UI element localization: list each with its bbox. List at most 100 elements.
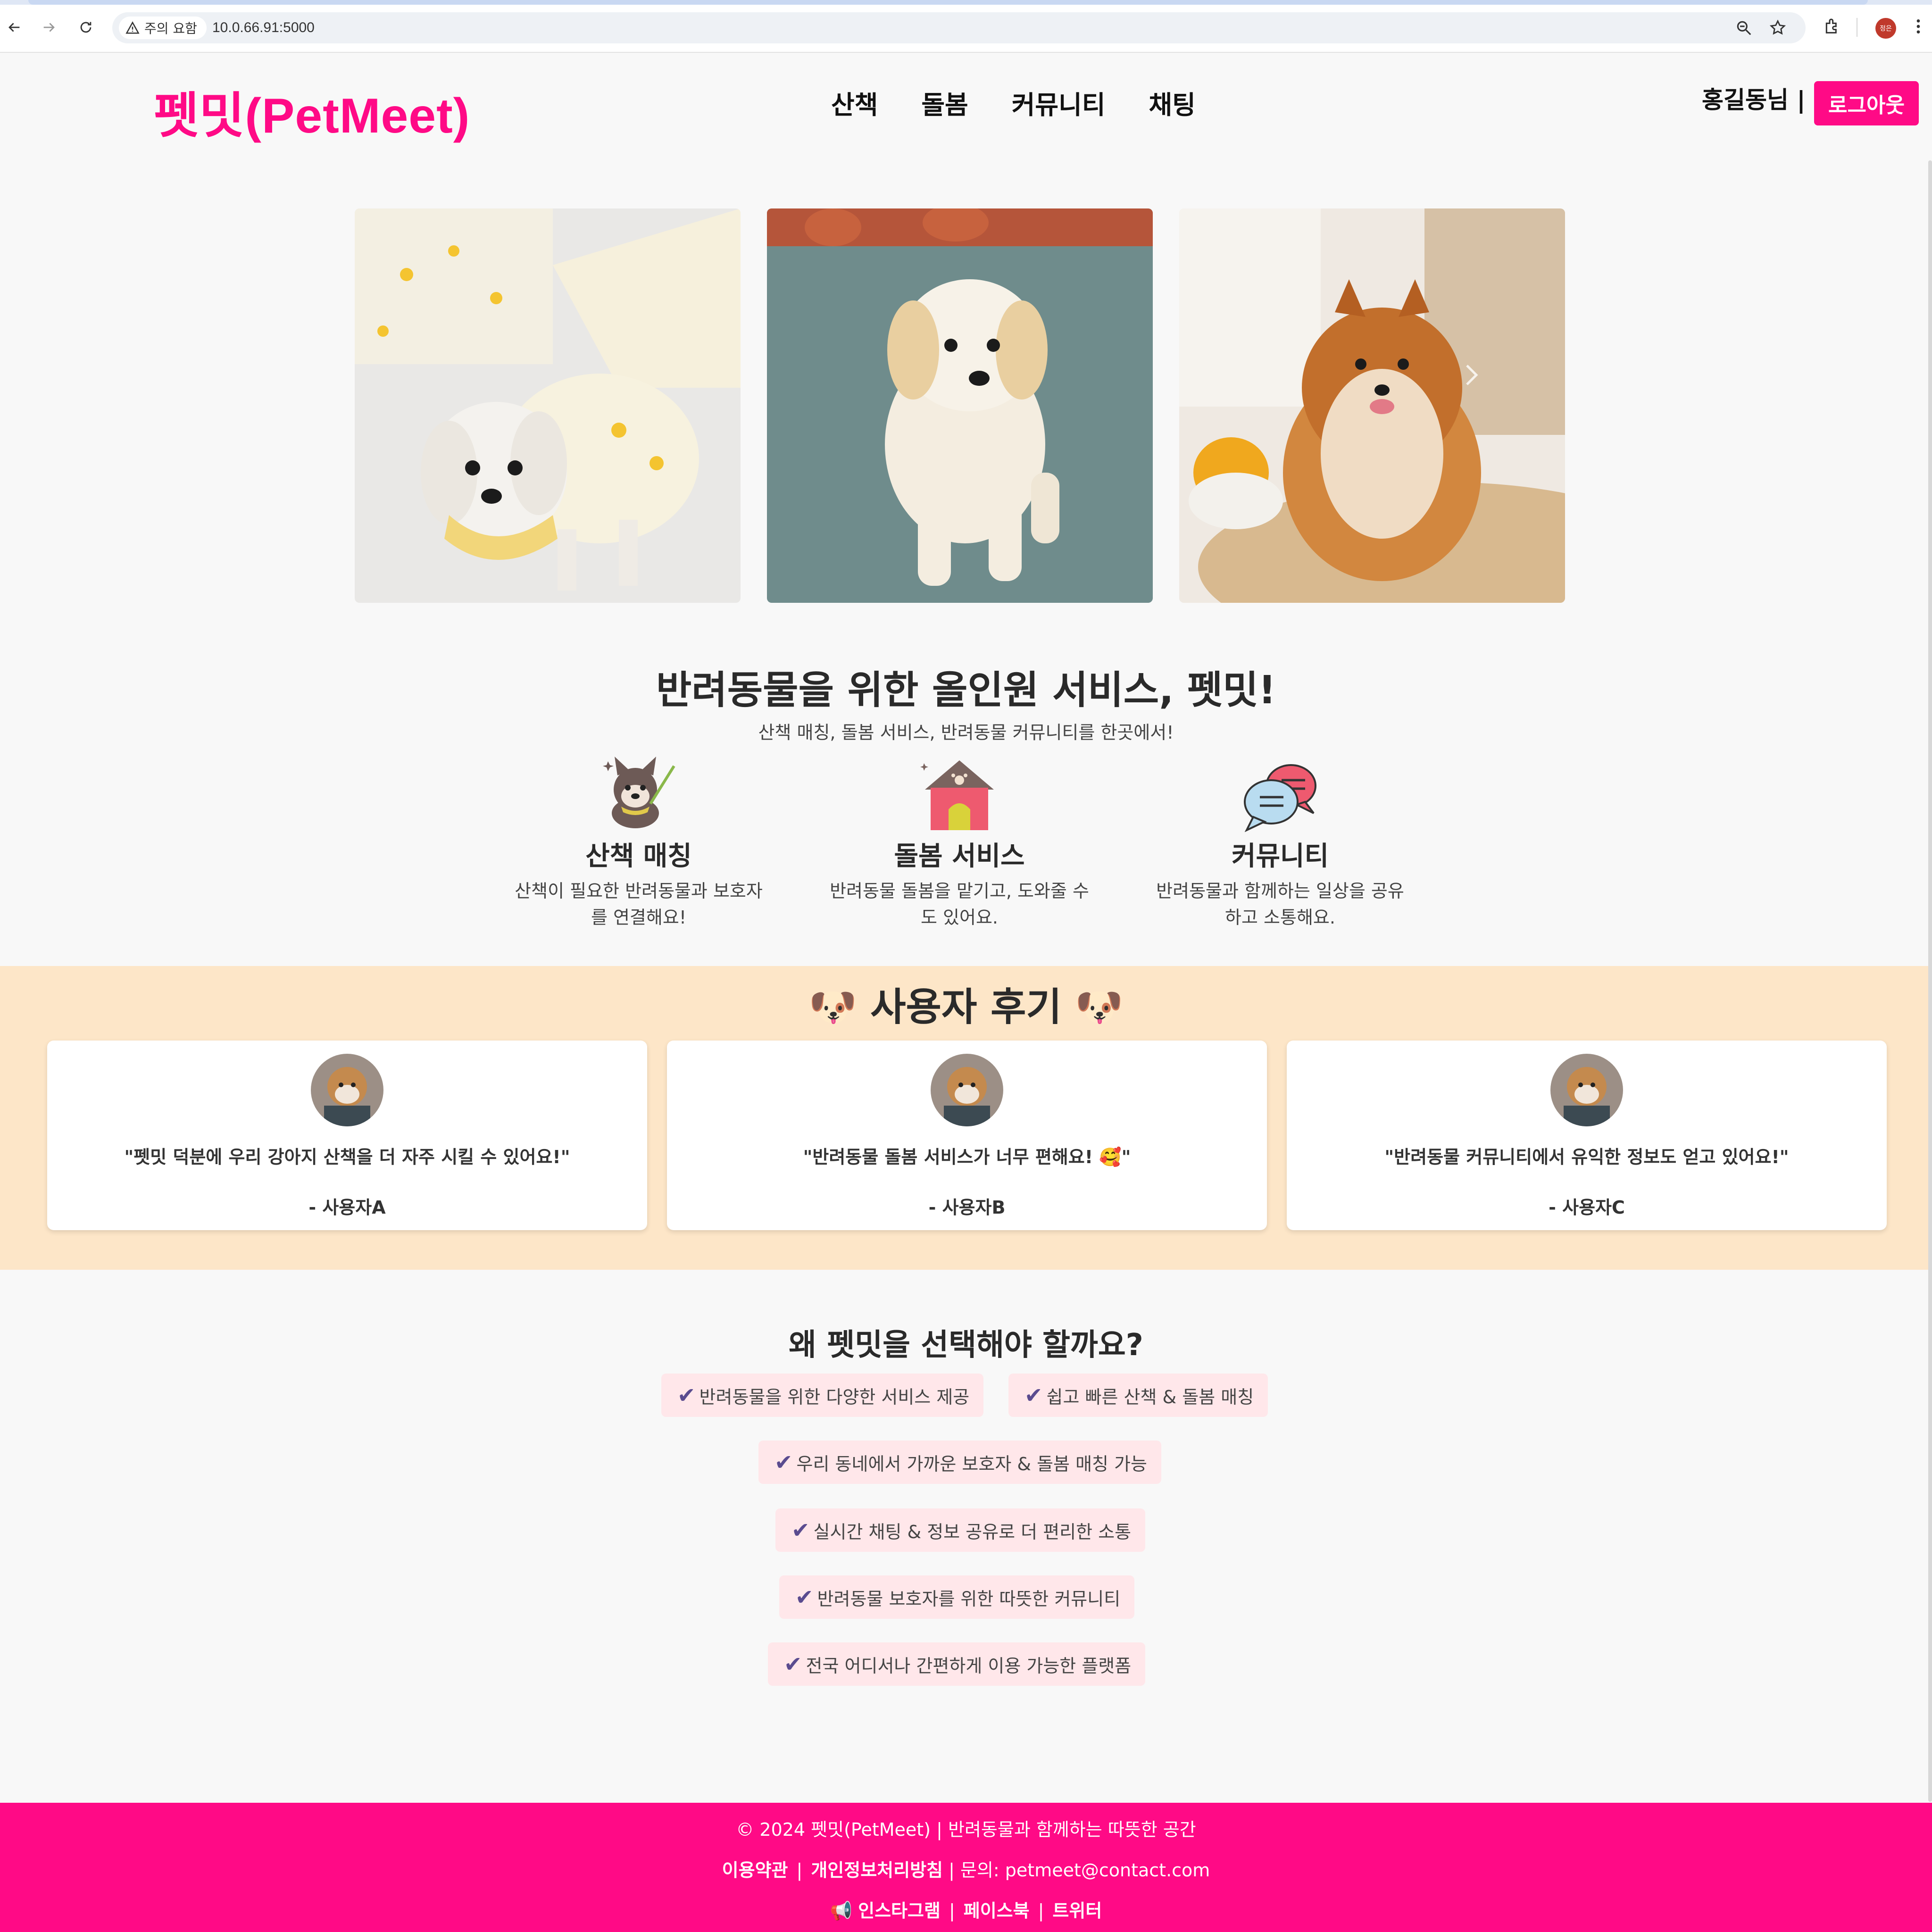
- feature-community-desc-line2: 하고 소통해요.: [1225, 907, 1335, 928]
- footer-separator: |: [796, 1860, 803, 1881]
- twitter-link[interactable]: 트위터: [1052, 1900, 1102, 1921]
- chat-bubbles-icon: [1244, 764, 1316, 832]
- reviewer-avatar: [931, 1054, 1003, 1126]
- feature-community-name: 커뮤니티: [1231, 841, 1329, 872]
- review-author: - 사용자A: [308, 1197, 386, 1218]
- checkmark-icon: ✔: [784, 1651, 802, 1677]
- back-button[interactable]: [3, 16, 25, 39]
- main-nav: 산책 돌봄 커뮤니티 채팅: [831, 84, 1196, 121]
- why-item-text: 전국 어디서나 간편하게 이용 가능한 플랫폼: [806, 1655, 1132, 1676]
- checkmark-icon: ✔: [677, 1382, 696, 1408]
- why-item-text: 반려동물을 위한 다양한 서비스 제공: [699, 1386, 970, 1407]
- menu-dots-icon[interactable]: [1911, 17, 1925, 36]
- terms-link[interactable]: 이용약관: [722, 1860, 788, 1881]
- feature-community[interactable]: 커뮤니티 반려동물과 함께하는 일상을 공유 하고 소통해요.: [1139, 757, 1422, 931]
- why-item: ✔ 우리 동네에서 가까운 보호자 & 돌봄 매칭 가능: [758, 1441, 1162, 1484]
- security-chip[interactable]: 주의 요함: [119, 17, 207, 39]
- footer-separator: |: [1038, 1900, 1044, 1921]
- why-item-text: 우리 동네에서 가까운 보호자 & 돌봄 매칭 가능: [796, 1453, 1148, 1474]
- review-text: "반려동물 돌봄 서비스가 너무 편해요! 🥰": [803, 1147, 1131, 1167]
- feature-community-desc: 반려동물과 함께하는 일상을 공유 하고 소통해요.: [1139, 878, 1422, 931]
- checkmark-icon: ✔: [791, 1517, 810, 1543]
- why-item: ✔ 전국 어디서나 간편하게 이용 가능한 플랫폼: [768, 1642, 1146, 1686]
- extensions-icon[interactable]: [1823, 17, 1841, 36]
- nav-walk[interactable]: 산책: [831, 84, 878, 121]
- address-bar[interactable]: 주의 요함 10.0.66.91:5000: [112, 12, 1806, 43]
- checkmark-icon: ✔: [795, 1584, 814, 1610]
- feature-walk-desc-line2: 를 연결해요!: [591, 907, 687, 928]
- site-header: 펫밋(PetMeet) 산책 돌봄 커뮤니티 채팅 홍길동님 | 로그아웃: [0, 53, 1932, 152]
- footer-copyright: © 2024 펫밋(PetMeet) | 반려동물과 함께하는 따뜻한 공간: [736, 1819, 1196, 1840]
- footer-separator: |: [949, 1900, 955, 1921]
- security-label: 주의 요함: [144, 21, 197, 36]
- feature-community-desc-line1: 반려동물과 함께하는 일상을 공유: [1156, 881, 1404, 901]
- forward-button[interactable]: [38, 16, 60, 39]
- megaphone-icon: 📢: [830, 1900, 853, 1921]
- footer-links: 이용약관 | 개인정보처리방침 | 문의: petmeet@contact.com: [0, 1856, 1932, 1882]
- reviewer-avatar: [1550, 1054, 1623, 1126]
- feature-care-desc-line1: 반려동물 돌봄을 맡기고, 도와줄 수: [830, 881, 1089, 901]
- reviews-section: 🐶 사용자 후기 🐶 "펫밋 덕분에 우리 강아지 산책을 더 자주 시킬 수 …: [0, 966, 1932, 1270]
- why-item-text: 실시간 채팅 & 정보 공유로 더 편리한 소통: [813, 1521, 1132, 1542]
- intro-title: 반려동물을 위한 올인원 서비스, 펫밋!: [656, 668, 1276, 713]
- review-card: "반려동물 돌봄 서비스가 너무 편해요! 🥰" - 사용자B: [667, 1041, 1267, 1230]
- page-scrollbar[interactable]: [1928, 160, 1932, 1802]
- nav-chat[interactable]: 채팅: [1149, 84, 1195, 121]
- carousel-next-chevron-icon[interactable]: [1462, 363, 1481, 387]
- feature-walk-name: 산책 매칭: [585, 841, 692, 872]
- warning-icon: [125, 21, 140, 34]
- feature-care-name: 돌봄 서비스: [894, 841, 1025, 872]
- instagram-link[interactable]: 인스타그램: [858, 1900, 941, 1921]
- footer-contact: | 문의: petmeet@contact.com: [949, 1860, 1210, 1881]
- site-logo[interactable]: 펫밋(PetMeet): [154, 75, 470, 147]
- zoom-icon[interactable]: [1735, 19, 1753, 37]
- user-greeting: 홍길동님 |: [1702, 86, 1806, 114]
- feature-care-desc-line2: 도 있어요.: [921, 907, 998, 928]
- checkmark-icon: ✔: [774, 1449, 793, 1475]
- feature-walk-matching[interactable]: 산책 매칭 산책이 필요한 반려동물과 보호자 를 연결해요!: [497, 757, 780, 931]
- feature-walk-desc: 산책이 필요한 반려동물과 보호자 를 연결해요!: [497, 878, 780, 931]
- feature-care-desc: 반려동물 돌봄을 맡기고, 도와줄 수 도 있어요.: [818, 878, 1101, 931]
- review-card: "반려동물 커뮤니티에서 유익한 정보도 얻고 있어요!" - 사용자C: [1287, 1041, 1887, 1230]
- facebook-link[interactable]: 페이스북: [964, 1900, 1030, 1921]
- review-author: - 사용자B: [928, 1197, 1006, 1218]
- browser-toolbar: 주의 요함 10.0.66.91:5000 정은: [0, 0, 1932, 53]
- review-author: - 사용자C: [1549, 1197, 1625, 1218]
- hero-photo-pomeranian: [1179, 208, 1565, 603]
- bookmark-star-icon[interactable]: [1769, 19, 1787, 37]
- reload-icon: [80, 22, 92, 33]
- why-item-text: 반려동물 보호자를 위한 따뜻한 커뮤니티: [817, 1588, 1121, 1609]
- checkmark-icon: ✔: [1024, 1382, 1043, 1408]
- active-tab-indicator: [28, 0, 1868, 5]
- profile-avatar[interactable]: 정은: [1875, 18, 1896, 39]
- intro-subtitle: 산책 매칭, 돌봄 서비스, 반려동물 커뮤니티를 한곳에서!: [758, 722, 1174, 743]
- url-text[interactable]: 10.0.66.91:5000: [212, 20, 315, 36]
- feature-walk-desc-line1: 산책이 필요한 반려동물과 보호자: [515, 881, 763, 901]
- why-item: ✔ 반려동물 보호자를 위한 따뜻한 커뮤니티: [779, 1575, 1135, 1619]
- arrow-left-icon: [8, 23, 20, 32]
- reviewer-avatar: [311, 1054, 383, 1126]
- reviews-title: 🐶 사용자 후기 🐶: [808, 985, 1124, 1030]
- review-text: "반려동물 커뮤니티에서 유익한 정보도 얻고 있어요!": [1384, 1147, 1789, 1167]
- footer-social: 📢 인스타그램 | 페이스북 | 트위터: [0, 1896, 1932, 1922]
- dog-house-icon: [920, 760, 994, 830]
- tab-strip: [0, 0, 1932, 5]
- why-item-text: 쉽고 빠른 산책 & 돌봄 매칭: [1046, 1386, 1254, 1407]
- reload-button[interactable]: [75, 16, 97, 39]
- site-footer: © 2024 펫밋(PetMeet) | 반려동물과 함께하는 따뜻한 공간 이…: [0, 1803, 1932, 1932]
- nav-care[interactable]: 돌봄: [921, 84, 968, 121]
- why-item: ✔ 반려동물을 위한 다양한 서비스 제공: [661, 1374, 984, 1417]
- why-title: 왜 펫밋을 선택해야 할까요?: [789, 1328, 1143, 1363]
- logout-button[interactable]: 로그아웃: [1814, 81, 1919, 125]
- why-item: ✔ 쉽고 빠른 산책 & 돌봄 매칭: [1008, 1374, 1268, 1417]
- arrow-right-icon: [43, 23, 55, 32]
- hero-photo-maltese: [355, 208, 741, 603]
- walking-dog-icon: [603, 757, 675, 828]
- feature-care-service[interactable]: 돌봄 서비스 반려동물 돌봄을 맡기고, 도와줄 수 도 있어요.: [818, 757, 1101, 931]
- hero-photo-golden-puppy: [767, 208, 1153, 603]
- privacy-link[interactable]: 개인정보처리방침: [811, 1860, 943, 1881]
- nav-community[interactable]: 커뮤니티: [1012, 84, 1106, 121]
- review-text: "펫밋 덕분에 우리 강아지 산책을 더 자주 시킬 수 있어요!": [124, 1147, 570, 1167]
- review-card: "펫밋 덕분에 우리 강아지 산책을 더 자주 시킬 수 있어요!" - 사용자…: [47, 1041, 647, 1230]
- why-item: ✔ 실시간 채팅 & 정보 공유로 더 편리한 소통: [775, 1508, 1146, 1552]
